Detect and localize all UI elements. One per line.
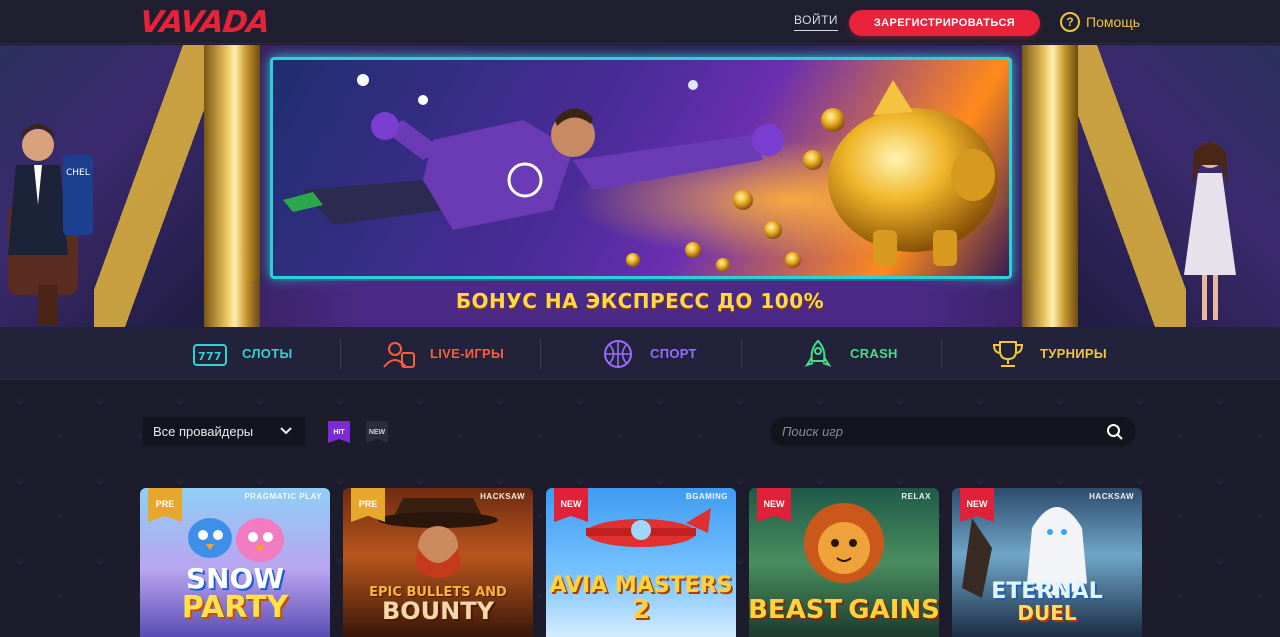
category-sport-label: СПОРТ: [650, 346, 697, 361]
category-live-games-label: LIVE-ИГРЫ: [430, 346, 505, 361]
category-slots-label: СЛОТЫ: [242, 346, 293, 361]
banner-title: БОНУС НА ЭКСПРЕСС ДО 100%: [455, 289, 825, 313]
game-provider: BGAMING: [685, 492, 728, 501]
category-divider: [340, 339, 341, 369]
game-title-line-2: PARTY: [181, 590, 289, 625]
category-divider: [540, 339, 541, 369]
search-icon[interactable]: [1106, 423, 1124, 441]
game-title: BEAST GAINS: [749, 597, 939, 623]
svg-text:777: 777: [198, 350, 222, 363]
vavada-logo[interactable]: VAVADA: [138, 5, 271, 40]
game-provider: PRAGMATIC PLAY: [244, 492, 322, 501]
game-title-line-2: BOUNTY: [381, 597, 495, 625]
help-label: Помощь: [1086, 14, 1141, 30]
category-tournaments[interactable]: ТУРНИРЫ: [990, 327, 1107, 380]
category-navigation: 777 СЛОТЫ LIVE-ИГРЫ СПОРТ CRASH ТУРНИРЫ: [0, 327, 1280, 380]
help-button[interactable]: ? Помощь: [1060, 12, 1140, 32]
category-divider: [741, 339, 742, 369]
top-header: VAVADA ВОЙТИ ЗАРЕГИСТРИРОВАТЬСЯ ? Помощь: [0, 0, 1280, 44]
rocket-icon: [804, 339, 832, 367]
category-crash-label: CRASH: [850, 346, 898, 361]
provider-dropdown[interactable]: Все провайдеры: [143, 417, 305, 446]
game-title-line-1: SNOW: [185, 562, 285, 595]
right-gold-arch: [1066, 45, 1186, 327]
game-title: AVIA MASTERS 2: [546, 573, 736, 625]
category-sport[interactable]: СПОРТ: [600, 327, 697, 380]
trophy-icon: [992, 340, 1024, 367]
category-divider: [941, 339, 942, 369]
chevron-down-icon: [280, 427, 292, 435]
banner-artwork: [270, 57, 1012, 279]
game-provider: HACKSAW: [480, 492, 525, 501]
help-icon: ?: [1060, 12, 1080, 32]
provider-dropdown-label: Все провайдеры: [153, 424, 254, 439]
game-title-line-2: DUEL: [1017, 601, 1077, 625]
category-tournaments-label: ТУРНИРЫ: [1040, 346, 1107, 361]
game-card[interactable]: NEW BGAMING AVIA MASTERS 2: [546, 488, 736, 637]
game-card[interactable]: NEW HACKSAW ETERNAL DUEL: [952, 488, 1142, 637]
category-slots[interactable]: 777 СЛОТЫ: [192, 327, 292, 380]
game-card[interactable]: NEW RELAX BEAST GAINS: [749, 488, 939, 637]
game-title-line-1: AVIA MASTERS: [549, 573, 733, 598]
game-title: ETERNAL DUEL: [952, 579, 1142, 625]
game-provider: HACKSAW: [1089, 492, 1134, 501]
game-title-line-1: BEAST: [749, 595, 843, 625]
game-search: [770, 417, 1136, 446]
search-input[interactable]: [782, 424, 1106, 439]
slot-machine-icon: 777: [193, 343, 227, 366]
svg-text:CHEL: CHEL: [66, 168, 90, 178]
promo-banner[interactable]: CHEL БОНУС НА ЭКСПРЕСС ДО 100%: [0, 45, 1280, 327]
game-card[interactable]: PRE PRAGMATIC PLAY SNOW PARTY: [140, 488, 330, 637]
game-title-line-2: 2: [631, 595, 651, 625]
category-live-games[interactable]: LIVE-ИГРЫ: [380, 327, 504, 380]
game-card[interactable]: PRE HACKSAW EPIC BULLETS AND BOUNTY: [343, 488, 533, 637]
game-title-line-1: ETERNAL: [991, 579, 1103, 604]
game-title: EPIC BULLETS AND BOUNTY: [343, 586, 533, 623]
game-title: SNOW PARTY: [140, 565, 330, 623]
goalkeeper-piggybank-art: [283, 74, 1009, 272]
game-provider: RELAX: [901, 492, 931, 501]
category-crash[interactable]: CRASH: [800, 327, 898, 380]
live-dealer-icon: [383, 341, 415, 368]
login-link[interactable]: ВОЙТИ: [794, 13, 839, 31]
basketball-icon: [604, 339, 632, 368]
register-button[interactable]: ЗАРЕГИСТРИРОВАТЬСЯ: [849, 10, 1040, 36]
left-gold-arch: [94, 45, 214, 327]
game-title-line-2: GAINS: [848, 595, 939, 625]
